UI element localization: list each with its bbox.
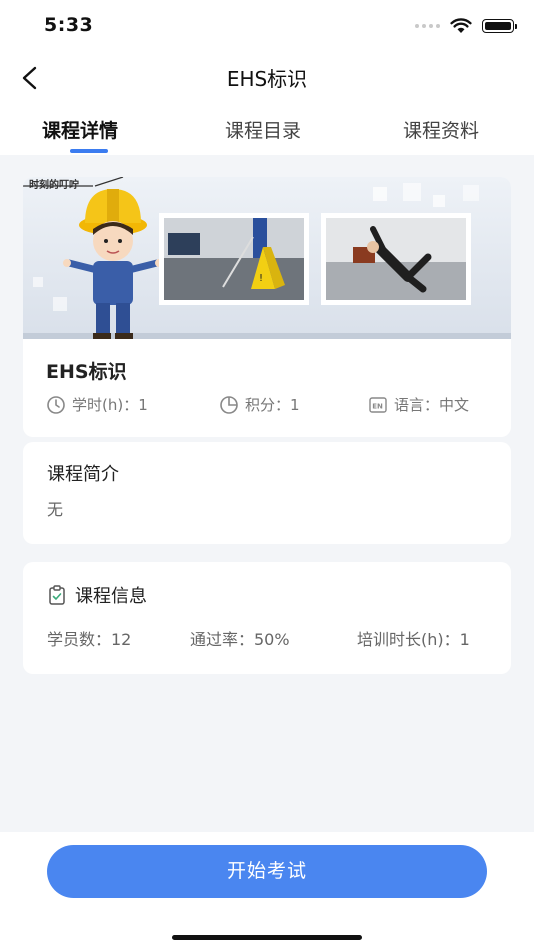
svg-text:!: ! xyxy=(259,273,263,284)
course-points-label: 积分：1 xyxy=(245,396,300,414)
course-language-label: 语言：中文 xyxy=(394,396,470,414)
course-intro-text: 无 xyxy=(47,500,64,519)
start-exam-button[interactable]: 开始考试 xyxy=(47,845,487,898)
clock-icon xyxy=(47,395,65,414)
course-info-title: 课程信息 xyxy=(75,586,147,607)
course-info-card xyxy=(23,562,511,674)
tab-course-details[interactable]: 课程详情 xyxy=(42,116,118,143)
clipboard-check-icon xyxy=(49,585,65,605)
pie-chart-icon xyxy=(220,395,238,414)
tab-course-catalog[interactable]: 课程目录 xyxy=(225,116,301,143)
training-hours: 培训时长(h)：1 xyxy=(357,630,470,649)
course-title: EHS标识 xyxy=(46,361,127,383)
student-count: 学员数：12 xyxy=(47,630,132,649)
active-tab-indicator xyxy=(70,149,108,153)
course-banner-image: ! xyxy=(23,177,511,339)
language-icon: EN xyxy=(369,396,387,413)
course-hours-label: 学时(h)：1 xyxy=(72,396,148,414)
course-info-header: 课程信息 xyxy=(47,582,147,608)
course-hours: 学时(h)：1 xyxy=(46,394,148,415)
course-intro-title: 课程简介 xyxy=(47,464,119,485)
course-points: 积分：1 xyxy=(219,394,300,415)
banner-caption: 时刻的叮咛 xyxy=(29,180,79,191)
wifi-icon xyxy=(450,18,472,33)
home-indicator xyxy=(172,935,362,940)
svg-text:EN: EN xyxy=(372,402,383,410)
status-time: 5:33 xyxy=(44,14,94,36)
course-language: EN 语言：中文 xyxy=(368,394,469,415)
course-intro-card xyxy=(23,442,511,544)
signal-icon xyxy=(415,24,440,28)
tab-course-materials[interactable]: 课程资料 xyxy=(403,116,479,143)
pass-rate: 通过率：50% xyxy=(190,630,290,649)
page-title: EHS标识 xyxy=(226,67,308,91)
battery-icon xyxy=(482,19,517,33)
status-icons xyxy=(415,16,517,36)
